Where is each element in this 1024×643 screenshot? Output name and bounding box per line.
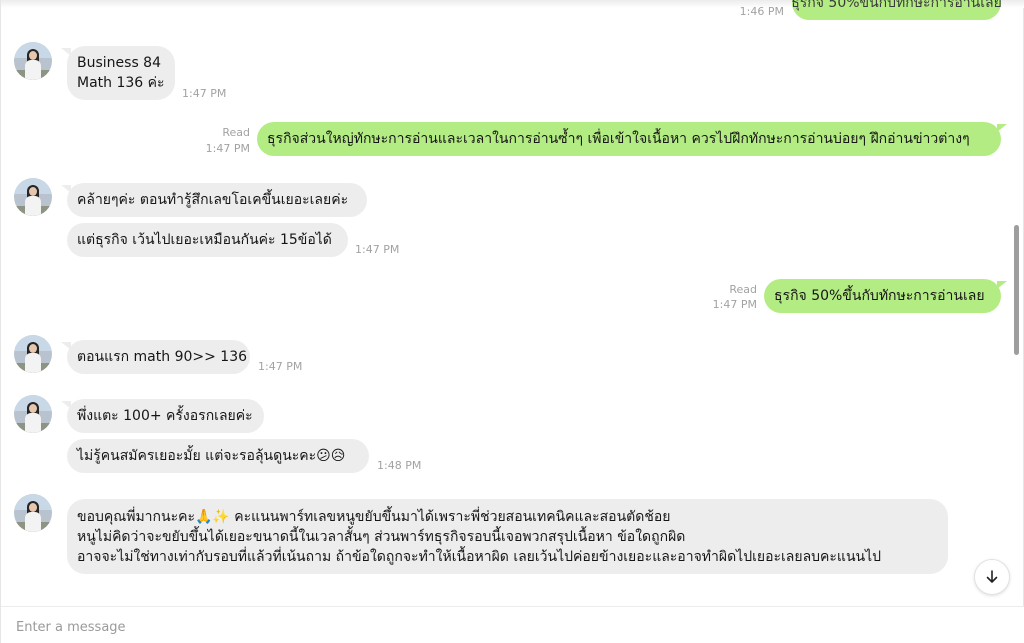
- contact-avatar[interactable]: [14, 395, 52, 433]
- message-line: อาจจะไม่ใช่ทางเท่ากับรอบที่แล้วที่เน้นถา…: [77, 548, 882, 565]
- message-time: 1:48 PM: [377, 459, 422, 472]
- message-time: 1:47 PM: [258, 360, 303, 373]
- arrow-down-icon: [986, 570, 998, 583]
- message-line: Business 84: [77, 55, 161, 71]
- message-text: พึ่งแตะ 100+ ครั้งอรกเลยค่ะ: [77, 408, 253, 424]
- message-text: ตอนแรก math 90>> 136: [77, 349, 248, 365]
- message-time: 1:47 PM: [355, 243, 400, 256]
- message-text: ธุรกิจ 50%ขึ้นกับทักษะการอ่านเลย: [774, 288, 985, 304]
- contact-avatar[interactable]: [14, 494, 52, 532]
- message-text: ไม่รู้คนสมัครเยอะมั้ย แต่จะรอลุ้นดูนะคะ😕…: [77, 448, 346, 464]
- message-line: Math 136 ค่ะ: [77, 75, 165, 91]
- read-receipt: Read: [729, 283, 757, 296]
- incoming-message[interactable]: ตอนแรก math 90>> 136: [61, 340, 250, 374]
- message-time: 1:46 PM: [739, 5, 784, 18]
- contact-avatar[interactable]: [14, 178, 52, 216]
- outgoing-message[interactable]: ธุรกิจ 50%ขึ้นกับทักษะการอ่านเลย: [764, 279, 1007, 313]
- message-text: คล้ายๆค่ะ ตอนทำรู้สึกเลขโอเคขึ้นเยอะเลยค…: [77, 192, 349, 208]
- message-line: หนูไม่คิดว่าจะขยับขึ้นได้เยอะขนาดนี้ในเว…: [77, 528, 686, 545]
- message-text: ธุรกิจส่วนใหญ่ทักษะการอ่านและเวลาในการอ่…: [267, 131, 970, 147]
- scroll-to-bottom-button[interactable]: [974, 559, 1010, 595]
- incoming-message[interactable]: แต่ธุรกิจ เว้นไปเยอะเหมือนกันค่ะ 15ข้อได…: [67, 223, 348, 257]
- message-input[interactable]: [16, 617, 996, 637]
- message-text: แต่ธุรกิจ เว้นไปเยอะเหมือนกันค่ะ 15ข้อได…: [77, 232, 332, 248]
- message-line: ขอบคุณพี่มากนะคะ🙏✨ คะแนนพาร์ทเลขหนูขยับข…: [77, 508, 671, 525]
- outgoing-message[interactable]: ธุรกิจ 50%ขึ้นกับทักษะการอ่านเลย: [791, 0, 1002, 20]
- contact-avatar[interactable]: [14, 42, 52, 80]
- incoming-message[interactable]: ขอบคุณพี่มากนะคะ🙏✨ คะแนนพาร์ทเลขหนูขยับข…: [67, 499, 948, 574]
- outgoing-message[interactable]: ธุรกิจส่วนใหญ่ทักษะการอ่านและเวลาในการอ่…: [257, 122, 1007, 156]
- read-receipt: Read: [222, 126, 250, 139]
- incoming-message[interactable]: พึ่งแตะ 100+ ครั้งอรกเลยค่ะ: [61, 399, 264, 433]
- message-time: 1:47 PM: [712, 298, 757, 311]
- incoming-message[interactable]: Business 84 Math 136 ค่ะ: [61, 46, 175, 100]
- incoming-message[interactable]: คล้ายๆค่ะ ตอนทำรู้สึกเลขโอเคขึ้นเยอะเลยค…: [61, 183, 367, 217]
- incoming-message[interactable]: ไม่รู้คนสมัครเยอะมั้ย แต่จะรอลุ้นดูนะคะ😕…: [67, 439, 369, 473]
- message-time: 1:47 PM: [182, 87, 227, 100]
- message-time: 1:47 PM: [205, 142, 250, 155]
- contact-avatar[interactable]: [14, 335, 52, 373]
- message-text: ธุรกิจ 50%ขึ้นกับทักษะการอ่านเลย: [791, 0, 1002, 11]
- message-composer: [1, 606, 1024, 643]
- scrollbar-thumb[interactable]: [1014, 225, 1019, 355]
- chat-window: 1:46 PM ธุรกิจ 50%ขึ้นกับทักษะการอ่านเลย…: [0, 0, 1024, 643]
